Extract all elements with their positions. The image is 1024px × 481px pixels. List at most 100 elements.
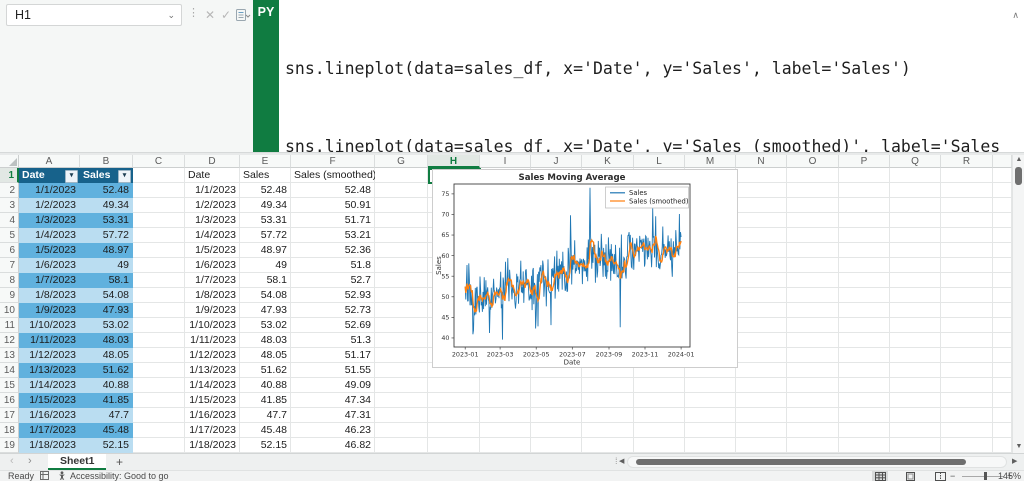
table-cell-sales[interactable]: 52.48 bbox=[80, 183, 133, 198]
page-break-view-icon[interactable] bbox=[932, 471, 948, 481]
column-header-N[interactable]: N bbox=[736, 155, 787, 168]
row-header-6[interactable]: 6 bbox=[0, 243, 19, 258]
table-cell-date[interactable]: 1/15/2023 bbox=[19, 393, 80, 408]
cell-sales[interactable]: 49.34 bbox=[240, 198, 291, 213]
table-cell-date[interactable]: 1/12/2023 bbox=[19, 348, 80, 363]
cell-smoothed[interactable]: 47.34 bbox=[291, 393, 375, 408]
column-header-H[interactable]: H bbox=[428, 155, 480, 168]
row-header-12[interactable]: 12 bbox=[0, 333, 19, 348]
column-header-A[interactable]: A bbox=[19, 155, 80, 168]
select-all-corner[interactable] bbox=[0, 155, 19, 168]
cell-sales[interactable]: 47.93 bbox=[240, 303, 291, 318]
table-cell-date[interactable]: 1/9/2023 bbox=[19, 303, 80, 318]
table-cell-sales[interactable]: 47.93 bbox=[80, 303, 133, 318]
table-cell-date[interactable]: 1/13/2023 bbox=[19, 363, 80, 378]
cell-date[interactable]: 1/12/2023 bbox=[185, 348, 240, 363]
enter-icon[interactable]: ✓ bbox=[221, 7, 231, 23]
cell-smoothed[interactable]: 51.71 bbox=[291, 213, 375, 228]
row-header-2[interactable]: 2 bbox=[0, 183, 19, 198]
macro-record-icon[interactable] bbox=[40, 471, 49, 481]
table-cell-sales[interactable]: 40.88 bbox=[80, 378, 133, 393]
row-header-17[interactable]: 17 bbox=[0, 408, 19, 423]
table-cell-sales[interactable]: 51.62 bbox=[80, 363, 133, 378]
horizontal-scrollbar-thumb[interactable] bbox=[636, 459, 966, 465]
column-header-Q[interactable]: Q bbox=[890, 155, 941, 168]
row-header-14[interactable]: 14 bbox=[0, 363, 19, 378]
table-cell-sales[interactable]: 58.1 bbox=[80, 273, 133, 288]
table-cell-date[interactable]: 1/18/2023 bbox=[19, 438, 80, 453]
cell-sales[interactable]: 47.7 bbox=[240, 408, 291, 423]
page-layout-view-icon[interactable] bbox=[902, 471, 918, 481]
column-header-E[interactable]: E bbox=[240, 155, 291, 168]
cell-date[interactable]: 1/3/2023 bbox=[185, 213, 240, 228]
name-box[interactable]: H1 ⌄ bbox=[6, 4, 182, 26]
column-header-B[interactable]: B bbox=[80, 155, 133, 168]
zoom-out-button[interactable]: − bbox=[950, 471, 955, 481]
cell-sales[interactable]: 48.05 bbox=[240, 348, 291, 363]
column-header-J[interactable]: J bbox=[531, 155, 582, 168]
cell-smoothed[interactable]: 52.48 bbox=[291, 183, 375, 198]
cell-date[interactable]: 1/16/2023 bbox=[185, 408, 240, 423]
table-cell-sales[interactable]: 47.7 bbox=[80, 408, 133, 423]
cell-date[interactable]: 1/18/2023 bbox=[185, 438, 240, 453]
cell-date[interactable]: 1/8/2023 bbox=[185, 288, 240, 303]
table-cell-date[interactable]: 1/7/2023 bbox=[19, 273, 80, 288]
cell-date[interactable]: 1/7/2023 bbox=[185, 273, 240, 288]
row-header-11[interactable]: 11 bbox=[0, 318, 19, 333]
table-cell-date[interactable]: 1/14/2023 bbox=[19, 378, 80, 393]
cell-date[interactable]: 1/11/2023 bbox=[185, 333, 240, 348]
cell-e1[interactable]: Sales bbox=[240, 168, 291, 183]
cell-date[interactable]: 1/1/2023 bbox=[185, 183, 240, 198]
table-cell-sales[interactable]: 48.03 bbox=[80, 333, 133, 348]
scroll-up-icon[interactable]: ▲ bbox=[1013, 156, 1024, 163]
table-cell-date[interactable]: 1/1/2023 bbox=[19, 183, 80, 198]
table-cell-sales[interactable]: 48.05 bbox=[80, 348, 133, 363]
table-cell-sales[interactable]: 57.72 bbox=[80, 228, 133, 243]
scroll-left-icon[interactable]: ◀ bbox=[619, 457, 624, 465]
table-cell-sales[interactable]: 54.08 bbox=[80, 288, 133, 303]
column-header-D[interactable]: D bbox=[185, 155, 240, 168]
cell-date[interactable]: 1/2/2023 bbox=[185, 198, 240, 213]
worksheet-grid[interactable]: ABCDEFGHIJKLMNOPQR1234567891011121314151… bbox=[0, 155, 1012, 453]
cell-date[interactable]: 1/14/2023 bbox=[185, 378, 240, 393]
row-header-4[interactable]: 4 bbox=[0, 213, 19, 228]
table-header-sales[interactable]: Sales▾ bbox=[80, 168, 133, 183]
scroll-down-icon[interactable]: ▼ bbox=[1013, 443, 1024, 450]
cell-smoothed[interactable]: 46.23 bbox=[291, 423, 375, 438]
table-cell-sales[interactable]: 49 bbox=[80, 258, 133, 273]
table-cell-date[interactable]: 1/4/2023 bbox=[19, 228, 80, 243]
column-header-L[interactable]: L bbox=[634, 155, 685, 168]
table-cell-sales[interactable]: 45.48 bbox=[80, 423, 133, 438]
cell-smoothed[interactable]: 52.7 bbox=[291, 273, 375, 288]
cell-date[interactable]: 1/4/2023 bbox=[185, 228, 240, 243]
cell-sales[interactable]: 48.03 bbox=[240, 333, 291, 348]
next-sheet-icon[interactable]: › bbox=[28, 455, 32, 467]
cell-sales[interactable]: 54.08 bbox=[240, 288, 291, 303]
table-cell-sales[interactable]: 41.85 bbox=[80, 393, 133, 408]
normal-view-icon[interactable] bbox=[872, 471, 888, 481]
row-header-18[interactable]: 18 bbox=[0, 423, 19, 438]
cell-smoothed[interactable]: 52.36 bbox=[291, 243, 375, 258]
scrollbar-resize-handle[interactable]: ⁞ bbox=[615, 456, 618, 466]
table-cell-date[interactable]: 1/5/2023 bbox=[19, 243, 80, 258]
cell-sales[interactable]: 52.48 bbox=[240, 183, 291, 198]
table-cell-date[interactable]: 1/17/2023 bbox=[19, 423, 80, 438]
cell-smoothed[interactable]: 47.31 bbox=[291, 408, 375, 423]
cell-smoothed[interactable]: 49.09 bbox=[291, 378, 375, 393]
cell-sales[interactable]: 53.02 bbox=[240, 318, 291, 333]
filter-dropdown-icon[interactable]: ▾ bbox=[65, 170, 78, 183]
cell-date[interactable]: 1/13/2023 bbox=[185, 363, 240, 378]
cell-sales[interactable]: 40.88 bbox=[240, 378, 291, 393]
row-header-3[interactable]: 3 bbox=[0, 198, 19, 213]
formula-input[interactable]: sns.lineplot(data=sales_df, x='Date', y=… bbox=[279, 0, 1024, 152]
cell-sales[interactable]: 41.85 bbox=[240, 393, 291, 408]
formula-bar-resize-handle[interactable]: ⋮ bbox=[188, 6, 199, 19]
cell-smoothed[interactable]: 46.82 bbox=[291, 438, 375, 453]
table-cell-sales[interactable]: 49.34 bbox=[80, 198, 133, 213]
cell-sales[interactable]: 45.48 bbox=[240, 423, 291, 438]
cell-smoothed[interactable]: 53.21 bbox=[291, 228, 375, 243]
filter-dropdown-icon[interactable]: ▾ bbox=[118, 170, 131, 183]
table-cell-date[interactable]: 1/3/2023 bbox=[19, 213, 80, 228]
table-cell-date[interactable]: 1/8/2023 bbox=[19, 288, 80, 303]
vertical-scrollbar[interactable]: ▲ ▼ bbox=[1012, 155, 1024, 453]
